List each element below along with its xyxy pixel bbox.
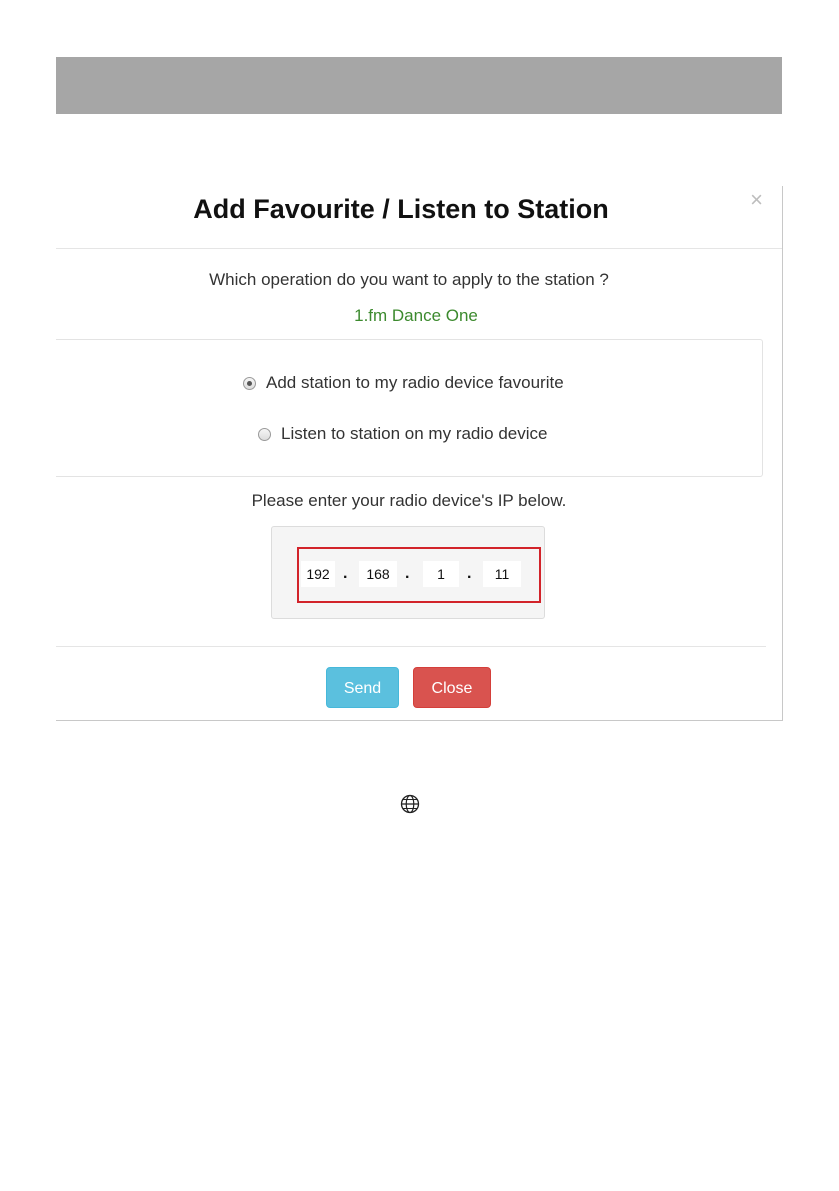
close-icon[interactable]: × (750, 188, 763, 212)
dialog-title: Add Favourite / Listen to Station (193, 194, 609, 224)
ip-separator: . (405, 565, 410, 582)
station-name: 1.fm Dance One (354, 306, 478, 325)
option-listen-label: Listen to station on my radio device (281, 424, 548, 443)
globe-icon (400, 794, 420, 814)
send-button[interactable]: Send (326, 667, 399, 708)
radio-listen[interactable] (258, 427, 271, 441)
close-button[interactable]: Close (413, 667, 491, 708)
ip-separator: . (343, 565, 348, 582)
ip-highlight-box: 192 . 168 . 1 . 11 (297, 547, 541, 603)
option-listen[interactable]: Listen to station on my radio device (258, 424, 547, 444)
ip-input-group: 192 . 168 . 1 . 11 (271, 526, 545, 619)
radio-add-favourite[interactable] (243, 376, 256, 390)
ip-prompt: Please enter your radio device's IP belo… (251, 491, 567, 510)
ip-octet-4[interactable]: 11 (483, 561, 521, 587)
ip-separator: . (467, 565, 472, 582)
dialog-footer: Send Close (56, 646, 766, 722)
option-add-favourite-label: Add station to my radio device favourite (266, 373, 564, 392)
operation-question: Which operation do you want to apply to … (209, 270, 609, 289)
dialog-header: Add Favourite / Listen to Station × (56, 186, 782, 249)
operation-options: Add station to my radio device favourite… (56, 339, 763, 477)
header-bar (56, 57, 782, 114)
option-add-favourite[interactable]: Add station to my radio device favourite (243, 373, 564, 393)
ip-octet-1[interactable]: 192 (301, 561, 335, 587)
ip-octet-3[interactable]: 1 (423, 561, 459, 587)
ip-octet-2[interactable]: 168 (359, 561, 397, 587)
station-dialog: Add Favourite / Listen to Station × Whic… (56, 186, 783, 721)
